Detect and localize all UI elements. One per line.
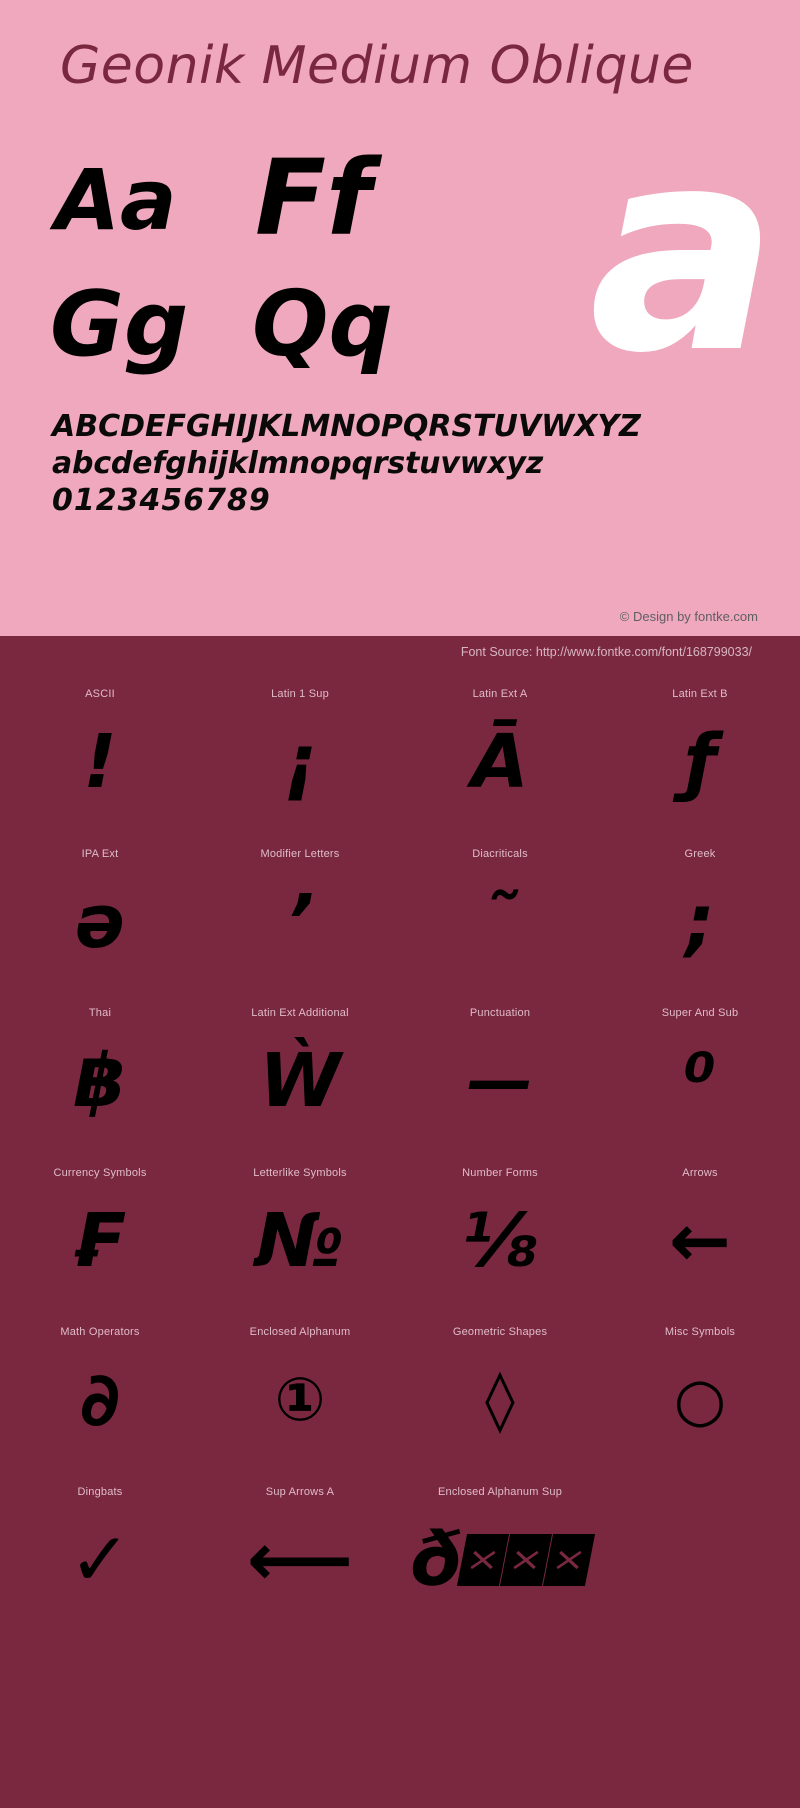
font-source-link[interactable]: Font Source: http://www.fontke.com/font/… — [461, 645, 752, 659]
block-label: Arrows — [682, 1166, 718, 1179]
block-glyph: ; — [685, 878, 715, 965]
block-row: Thai ฿ Latin Ext Additional Ẁ Punctuatio… — [0, 989, 800, 1149]
glyph-showcase: Aa Ff Gg Qq a — [0, 112, 800, 400]
charset-sample: ABCDEFGHIJKLMNOPQRSTUVWXYZ abcdefghijklm… — [52, 408, 752, 519]
block-glyph: ⁰ — [683, 1038, 717, 1124]
block-glyph: Ā — [471, 719, 529, 805]
block-glyph: ← — [668, 1197, 731, 1284]
block-row: IPA Ext ə Modifier Letters ʼ Diacritical… — [0, 830, 800, 990]
block-cell-sup-arrows-a[interactable]: Sup Arrows A ⟵ — [200, 1468, 400, 1628]
block-label: Math Operators — [60, 1326, 140, 1338]
unicode-block-map: ASCII ! Latin 1 Sup ¡ Latin Ext A Ā Lati… — [0, 670, 800, 1808]
block-cell-math-operators[interactable]: Math Operators ∂ — [0, 1308, 200, 1468]
block-label: Currency Symbols — [53, 1166, 147, 1179]
block-glyph: ∂ — [79, 1357, 121, 1443]
font-source-bar: Font Source: http://www.fontke.com/font/… — [0, 636, 800, 670]
block-glyph: Ẁ — [259, 1038, 341, 1124]
block-cell-punctuation[interactable]: Punctuation — — [400, 989, 600, 1149]
block-label: Latin Ext B — [672, 688, 728, 700]
block-label: IPA Ext — [81, 847, 119, 860]
block-label: Latin Ext Additional — [251, 1007, 349, 1019]
tofu-run — [456, 1533, 595, 1586]
block-label: Sup Arrows A — [265, 1485, 335, 1498]
block-glyph: ð — [410, 1514, 595, 1606]
font-preview-panel: Geonik Medium Oblique Aa Ff Gg Qq a ABCD… — [0, 0, 800, 636]
block-label: ASCII — [85, 688, 115, 700]
block-glyph: ¡ — [283, 719, 317, 805]
block-cell-letterlike-symbols[interactable]: Letterlike Symbols № — [200, 1149, 400, 1309]
hero-glyph: a — [589, 89, 778, 415]
design-credit: © Design by fontke.com — [619, 609, 758, 624]
block-label: Dingbats — [77, 1485, 123, 1498]
block-cell-enclosed-alphanum-sup[interactable]: Enclosed Alphanum Sup ð — [400, 1468, 600, 1628]
block-glyph: ʼ — [285, 878, 315, 965]
block-cell-ascii[interactable]: ASCII ! — [0, 670, 200, 830]
block-glyph: ! — [83, 719, 117, 805]
block-cell-latin-ext-b[interactable]: Latin Ext B ƒ — [600, 670, 800, 830]
block-glyph: ◊ — [485, 1365, 515, 1435]
charset-lowercase: abcdefghijklmnopqrstuvwxyz — [52, 446, 543, 481]
block-row: Math Operators ∂ Enclosed Alphanum ① Geo… — [0, 1308, 800, 1468]
block-cell-thai[interactable]: Thai ฿ — [0, 989, 200, 1149]
block-label: Diacriticals — [472, 847, 528, 860]
block-glyph: ○ — [673, 1365, 727, 1435]
block-cell-greek[interactable]: Greek ; — [600, 830, 800, 990]
missing-glyph-box-icon — [542, 1533, 595, 1586]
page-title: Geonik Medium Oblique — [60, 36, 694, 96]
block-label: Greek — [684, 847, 716, 860]
block-glyph: ƒ — [683, 719, 717, 805]
block-cell-dingbats[interactable]: Dingbats ✓ — [0, 1468, 200, 1628]
block-glyph: ˜ — [481, 878, 519, 965]
charset-uppercase: ABCDEFGHIJKLMNOPQRSTUVWXYZ — [52, 409, 641, 444]
charset-digits: 0123456789 — [52, 483, 271, 518]
block-cell-modifier-letters[interactable]: Modifier Letters ʼ — [200, 830, 400, 990]
block-label: Enclosed Alphanum Sup — [437, 1485, 563, 1498]
block-glyph: ₣ — [74, 1197, 126, 1284]
block-label: Thai — [88, 1007, 112, 1019]
block-cell-diacriticals[interactable]: Diacriticals ˜ — [400, 830, 600, 990]
block-row: Currency Symbols ₣ Letterlike Symbols № … — [0, 1149, 800, 1309]
block-label: Punctuation — [469, 1007, 531, 1019]
block-glyph: № — [255, 1197, 345, 1284]
missing-glyph-group: ð — [410, 1516, 595, 1603]
letter-pair-qq: Qq — [252, 272, 393, 377]
block-label: Super And Sub — [661, 1007, 739, 1019]
block-cell-arrows[interactable]: Arrows ← — [600, 1149, 800, 1309]
block-cell-latin-ext-additional[interactable]: Latin Ext Additional Ẁ — [200, 989, 400, 1149]
block-cell-ipa-ext[interactable]: IPA Ext ə — [0, 830, 200, 990]
block-glyph: ⅛ — [461, 1197, 539, 1284]
block-label: Modifier Letters — [260, 847, 340, 860]
block-glyph: ฿ — [74, 1038, 126, 1124]
block-glyph-char: ð — [410, 1516, 461, 1603]
block-cell-currency-symbols[interactable]: Currency Symbols ₣ — [0, 1149, 200, 1309]
block-label: Misc Symbols — [664, 1326, 736, 1338]
letter-pair-aa: Aa — [55, 151, 177, 249]
letter-pair-ff: Ff — [255, 137, 372, 259]
long-left-arrow-icon: ⟵ — [246, 1516, 354, 1603]
block-label: Latin 1 Sup — [271, 688, 329, 700]
block-glyph: — — [467, 1042, 533, 1119]
block-cell-latin-ext-a[interactable]: Latin Ext A Ā — [400, 670, 600, 830]
check-icon: ✓ — [68, 1516, 131, 1603]
block-row: ASCII ! Latin 1 Sup ¡ Latin Ext A Ā Lati… — [0, 670, 800, 830]
block-label: Enclosed Alphanum — [249, 1326, 351, 1338]
font-specimen-page: Geonik Medium Oblique Aa Ff Gg Qq a ABCD… — [0, 0, 800, 1808]
block-row: Dingbats ✓ Sup Arrows A ⟵ Enclosed Alpha… — [0, 1468, 800, 1628]
block-cell-enclosed-alphanum[interactable]: Enclosed Alphanum ① — [200, 1308, 400, 1468]
block-cell-geometric-shapes[interactable]: Geometric Shapes ◊ — [400, 1308, 600, 1468]
block-label: Latin Ext A — [472, 688, 528, 700]
block-glyph: ① — [274, 1365, 326, 1435]
block-label: Number Forms — [462, 1166, 538, 1179]
block-cell-super-and-sub[interactable]: Super And Sub ⁰ — [600, 989, 800, 1149]
letter-pair-gg: Gg — [50, 272, 189, 377]
block-cell-number-forms[interactable]: Number Forms ⅛ — [400, 1149, 600, 1309]
block-glyph: ə — [74, 878, 126, 965]
block-cell-latin-1-sup[interactable]: Latin 1 Sup ¡ — [200, 670, 400, 830]
block-label: Letterlike Symbols — [253, 1166, 347, 1179]
block-cell-misc-symbols[interactable]: Misc Symbols ○ — [600, 1308, 800, 1468]
block-label: Geometric Shapes — [452, 1326, 548, 1338]
